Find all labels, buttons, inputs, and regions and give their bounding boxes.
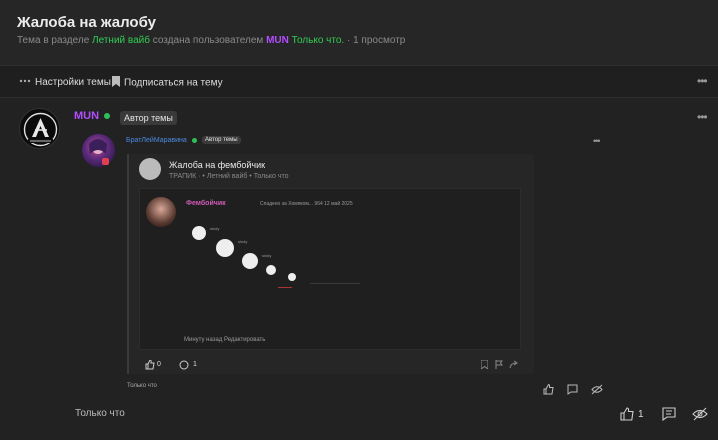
shot-divider [278,287,292,288]
quote-like-count: 0 [157,361,161,368]
subscribe-button[interactable]: Подписаться на тему [112,76,223,90]
thread-more-icon[interactable]: ••• [697,75,708,87]
shot-avatar [146,197,176,227]
meta-middle: создана пользователем [152,35,264,46]
avatar[interactable] [19,108,60,149]
inner-avatar [139,158,161,180]
subscribe-label: Подписаться на тему [124,77,223,89]
page-title: Жалоба на жалобу [17,14,156,31]
author-badge: Автор темы [120,111,177,125]
post-like-count: 1 [638,409,644,420]
flag-icon[interactable] [495,360,503,371]
quote-comment-count: 1 [193,361,197,368]
inner-thread-meta: ТРАПИК · • Летний вайб • Только что [169,173,289,180]
views-count: · 1 просмотр [346,35,406,46]
post-time: Только что [75,408,125,419]
thread-settings-button[interactable]: Настройки темы [19,76,111,89]
post-reply-icon[interactable] [662,407,676,426]
comment-icon[interactable] [179,360,189,372]
thread-actions: Настройки темы Подписаться на тему ••• [0,66,718,98]
post-hide-icon[interactable] [692,407,708,426]
author-logo-icon [23,112,58,147]
bookmark-icon [112,76,120,90]
post-like-icon[interactable] [620,407,634,426]
section-link[interactable]: Летний вайб [92,35,150,46]
quote-more-icon[interactable]: ••• [593,136,601,146]
quote-avatar[interactable] [82,134,115,167]
online-indicator [104,113,110,119]
shot-name-3: sindy [262,253,272,258]
bookmark-small-icon[interactable] [480,359,489,371]
embedded-screenshot: Фембойчик Спадено за Хомяком... 964 12 м… [139,188,521,350]
shot-name-1: sindy [210,226,220,231]
quote-like-icon[interactable] [543,382,554,400]
anime-avatar-icon [89,139,109,165]
thread-header: Жалоба на жалобу Тема в разделе Летний в… [0,0,718,66]
quote-time: Только что [127,383,157,389]
shot-meta: Спадено за Хомяком... 964 12 май 2025 [260,201,353,207]
quote-hide-icon[interactable] [591,382,603,400]
quote-author[interactable]: БратЛейМаравина [126,137,187,144]
shot-username: Фембойчик [186,200,226,207]
meta-prefix: Тема в разделе [17,35,90,46]
quote-online-indicator [192,138,197,143]
shot-reply-avatar [192,226,206,240]
settings-dots-icon [19,76,31,89]
post-author[interactable]: MUN [74,110,99,122]
quote-reactions-bar: 0 1 [129,356,536,374]
like-icon[interactable] [145,359,155,372]
shot-reply-avatar [266,265,276,275]
quote-author-badge: Автор темы [202,136,241,144]
shot-footer: Минуту назад Редактировать [184,337,266,343]
created-time[interactable]: Только что. [292,35,345,46]
shot-reply-avatar [242,253,258,269]
creator-link[interactable]: MUN [266,35,289,46]
quote-box: Жалоба на фембойчик ТРАПИК · • Летний ва… [127,154,534,374]
share-icon[interactable] [509,360,518,371]
shot-reply-avatar [216,239,234,257]
thread-settings-label: Настройки темы [35,77,111,89]
shot-lines [310,283,360,299]
post: MUN Автор темы ••• БратЛейМаравина Автор… [0,98,718,440]
shot-name-2: sindy [238,239,248,244]
inner-thread-title[interactable]: Жалоба на фембойчик [169,160,265,170]
quote-reply-icon[interactable] [567,382,578,400]
shot-reply-avatar [288,273,296,281]
thread-meta: Тема в разделе Летний вайб создана польз… [17,35,405,46]
post-more-icon[interactable]: ••• [697,111,708,123]
